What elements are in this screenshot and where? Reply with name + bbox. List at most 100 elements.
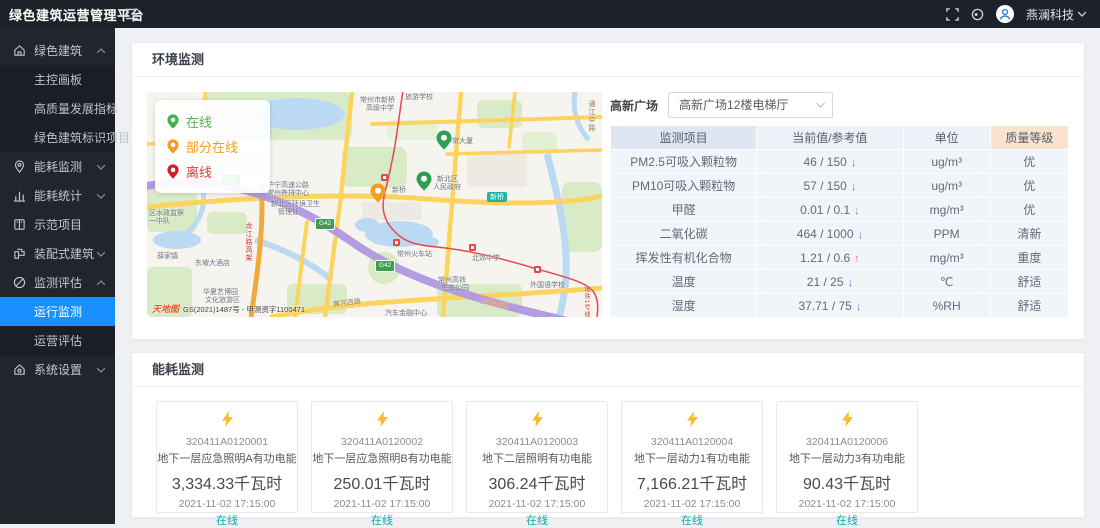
env-data-area: 高新广场 高新广场12楼电梯厅 监测项目 当前值/参考值 单位 质量等级: [610, 92, 1069, 318]
sidebar-item-quality-index[interactable]: 高质量发展指标: [0, 94, 115, 123]
env-table-row: 湿度 37.71 / 75↓ %RH 舒适: [611, 294, 1068, 317]
lightning-icon: [841, 411, 854, 427]
device-code: 320411A0120001: [157, 436, 297, 448]
device-name: 地下一层动力3有功电能: [777, 450, 917, 466]
map-place-label: 华夏艺博园: [203, 289, 238, 296]
env-table-row: PM2.5可吸入颗粒物 46 / 150↓ ug/m³ 优: [611, 150, 1068, 173]
user-avatar[interactable]: [996, 5, 1014, 23]
map-place-label: 沪宁高速公路: [267, 182, 309, 189]
reading-time: 2021-11-02 17:15:00: [467, 498, 607, 510]
map-place-label: 一中队: [149, 218, 170, 225]
reading-time: 2021-11-02 17:15:00: [312, 498, 452, 510]
map-pin-icon: [13, 160, 26, 173]
trend-down-icon: ↓: [854, 205, 860, 217]
room-select-value: 高新广场12楼电梯厅: [679, 98, 788, 112]
sidebar-item-operation-evaluate[interactable]: 运营评估: [0, 326, 115, 355]
map-place-label: 生态公园: [441, 285, 469, 292]
device-name: 地下一层动力1有功电能: [622, 450, 762, 466]
map-place-label: 区水政监察: [149, 210, 184, 217]
map-place-label: 汽车金融中心: [385, 310, 427, 317]
metro-station-icon: [393, 239, 400, 246]
trend-down-icon: ↓: [851, 181, 857, 193]
env-panel-title: 环境监测: [132, 43, 1084, 77]
cell-unit: mg/m³: [904, 246, 990, 269]
metro-station-icon: [534, 266, 541, 273]
cell-grade: 舒适: [991, 270, 1068, 293]
tianditu-logo: 天地图: [152, 302, 179, 315]
location-label: 高新广场: [610, 97, 658, 114]
col-header-item: 监测项目: [611, 126, 756, 149]
energy-panel-title: 能耗监测: [132, 353, 1084, 387]
cell-grade: 清新: [991, 222, 1068, 245]
cell-item: PM10可吸入颗粒物: [611, 174, 756, 197]
map-place-label: 新北区: [437, 176, 458, 183]
map-place-label: 人民政府: [433, 184, 461, 191]
build-icon: [13, 247, 26, 260]
book-icon: [13, 218, 26, 231]
assessment-icon: [13, 276, 26, 289]
map-place-label: 新桥: [392, 187, 406, 194]
sidebar-item-system-settings[interactable]: 系统设置: [0, 355, 115, 384]
map-legend: 在线 部分在线 离线: [155, 100, 270, 193]
map-place-label: 常州市新桥: [360, 97, 395, 104]
status-badge: 在线: [467, 512, 607, 528]
energy-card[interactable]: 320411A0120001 地下一层应急照明A有功电能 3,334.33千瓦时…: [156, 401, 298, 513]
map-attribution: 天地图 GS(2021)1487号 - 甲测资字1100471: [152, 302, 305, 315]
cell-value: 1.21 / 0.6↑: [757, 246, 902, 269]
user-menu[interactable]: 燕澜科技: [1026, 6, 1086, 23]
energy-card[interactable]: 320411A0120004 地下一层动力1有功电能 7,166.21千瓦时 2…: [621, 401, 763, 513]
topbar-actions: 燕澜科技: [946, 5, 1100, 23]
sidebar-item-energy-monitor[interactable]: 能耗监测: [0, 152, 115, 181]
menu-fold-icon[interactable]: [125, 7, 139, 21]
energy-card[interactable]: 320411A0120002 地下一层应急照明B有功电能 250.01千瓦时 2…: [311, 401, 453, 513]
viaduct-label: 龙江路高架: [245, 222, 252, 262]
chevron-down-icon: [97, 251, 105, 257]
cell-unit: ug/m³: [904, 174, 990, 197]
g42-badge: G42: [375, 260, 395, 272]
chevron-down-icon: [816, 102, 825, 108]
energy-card[interactable]: 320411A0120003 地下二层照明有功电能 306.24千瓦时 2021…: [466, 401, 608, 513]
cell-unit: ug/m³: [904, 150, 990, 173]
sidebar-group-monitor-evaluate: 运行监测 运营评估: [0, 297, 115, 355]
sidebar-item-demo-projects[interactable]: 示范项目: [0, 210, 115, 239]
chevron-up-icon: [97, 48, 105, 54]
bar-chart-icon: [13, 189, 26, 202]
room-select[interactable]: 高新广场12楼电梯厅: [668, 92, 833, 118]
sidebar-item-green-building[interactable]: 绿色建筑: [0, 36, 115, 65]
col-header-value: 当前值/参考值: [757, 126, 902, 149]
fullscreen-icon[interactable]: [946, 8, 959, 21]
online-pin[interactable]: [416, 171, 432, 191]
sidebar-item-run-monitor[interactable]: 运行监测: [0, 297, 115, 326]
env-table-row: 二氧化碳 464 / 1000↓ PPM 清新: [611, 222, 1068, 245]
sidebar-item-energy-stats[interactable]: 能耗统计: [0, 181, 115, 210]
cell-value: 37.71 / 75↓: [757, 294, 902, 317]
cell-item: 二氧化碳: [611, 222, 756, 245]
sidebar-item-monitor-evaluate[interactable]: 监测评估: [0, 268, 115, 297]
partial-online-pin[interactable]: [370, 183, 386, 203]
pin-icon: [167, 139, 179, 154]
user-name: 燕澜科技: [1026, 6, 1074, 23]
legend-offline: 离线: [167, 159, 258, 184]
metro-line-label: 地铁1号线: [583, 286, 589, 317]
cell-grade: 优: [991, 198, 1068, 221]
cell-grade: 优: [991, 174, 1068, 197]
chevron-down-icon: [97, 367, 105, 373]
online-pin[interactable]: [436, 130, 452, 150]
settings-icon[interactable]: [971, 8, 984, 21]
cell-item: 温度: [611, 270, 756, 293]
trend-down-icon: ↓: [848, 277, 854, 289]
sidebar-item-dashboard[interactable]: 主控画板: [0, 65, 115, 94]
cell-grade: 舒适: [991, 294, 1068, 317]
energy-cards: 320411A0120001 地下一层应急照明A有功电能 3,334.33千瓦时…: [132, 387, 1084, 527]
sidebar-item-prefab-building[interactable]: 装配式建筑: [0, 239, 115, 268]
cell-unit: PPM: [904, 222, 990, 245]
sidebar-item-label-projects[interactable]: 绿色建筑标识项目: [0, 123, 115, 152]
project-map[interactable]: G42 G42 G42 新桥 黄河西路 沪蓉高速 地铁1号线 龙江路高架 通江中…: [147, 92, 602, 317]
reading-time: 2021-11-02 17:15:00: [777, 498, 917, 510]
device-code: 320411A0120003: [467, 436, 607, 448]
energy-card[interactable]: 320411A0120006 地下一层动力3有功电能 90.43千瓦时 2021…: [776, 401, 918, 513]
energy-value: 250.01千瓦时: [312, 470, 452, 494]
env-table: 监测项目 当前值/参考值 单位 质量等级 PM2.5可吸入颗粒物 46 / 15…: [610, 125, 1069, 318]
caret-down-icon: [1078, 11, 1086, 17]
app-title: 绿色建筑运营管理平台: [0, 5, 115, 24]
